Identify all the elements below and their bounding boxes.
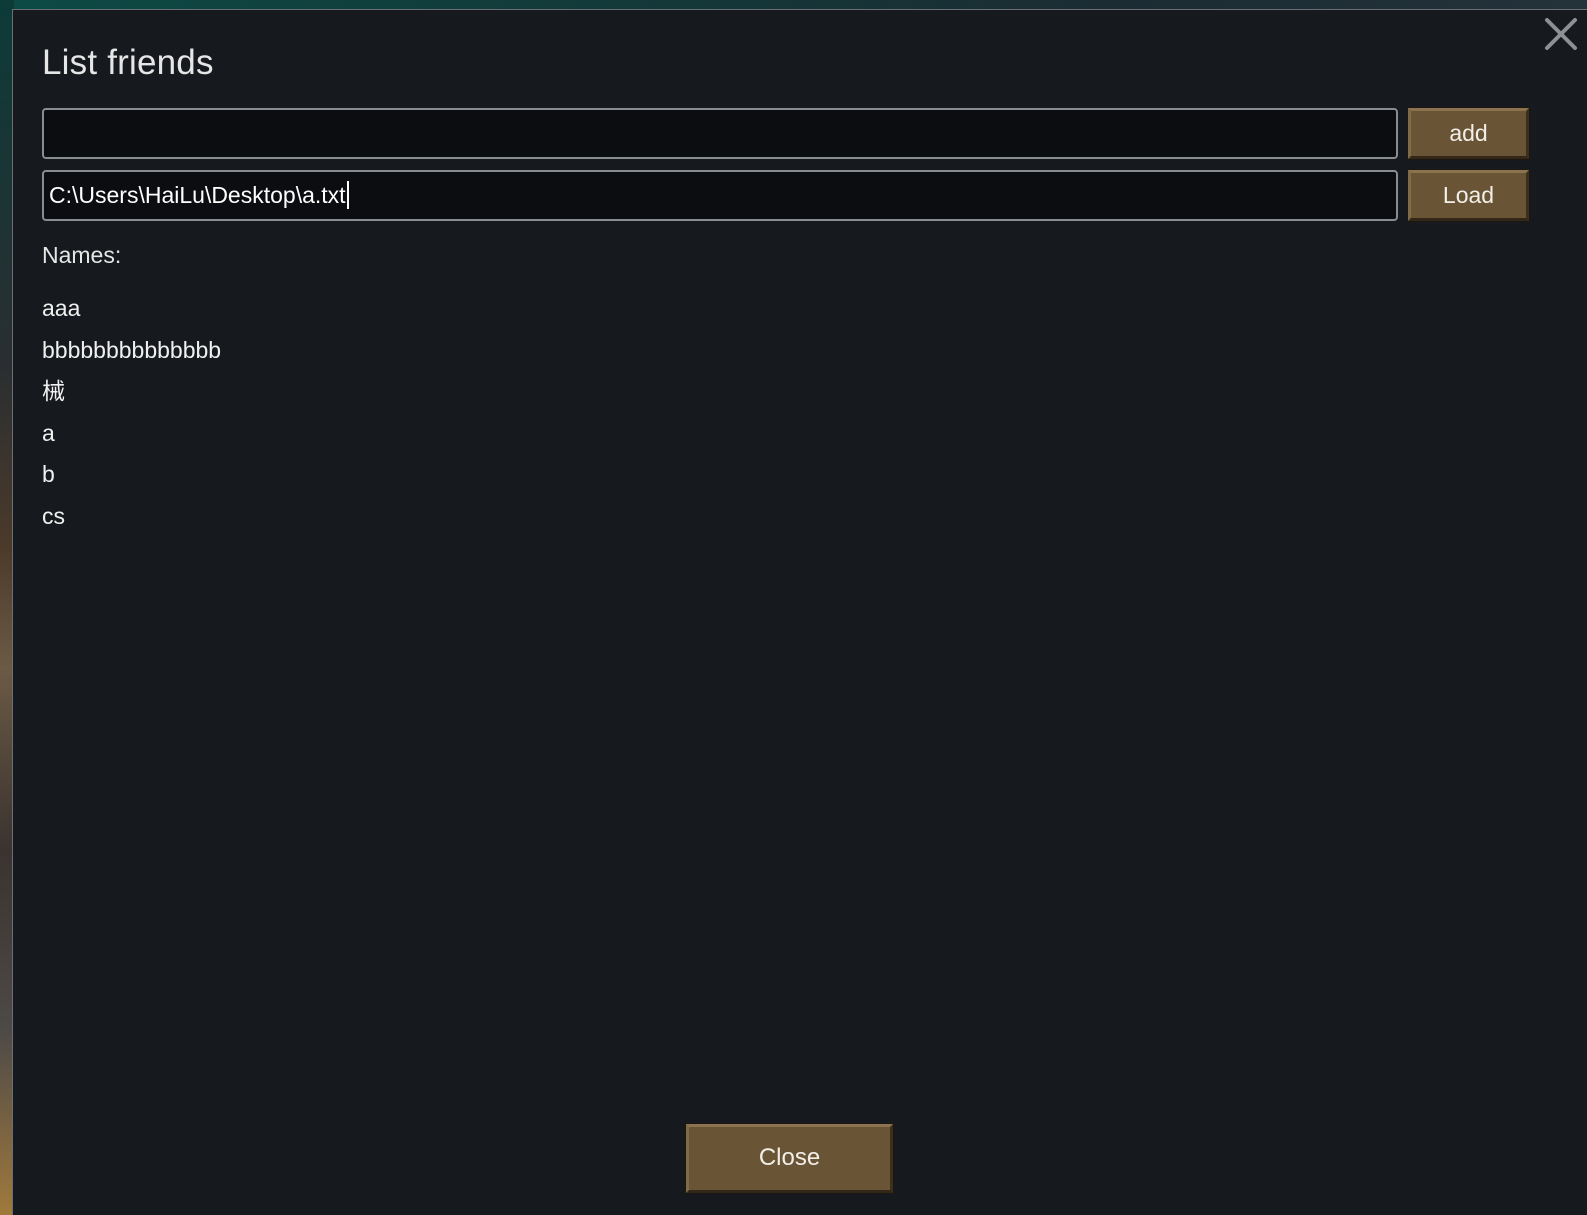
names-list: aaa bbbbbbbbbbbbbb 械 a b cs — [42, 294, 221, 543]
load-button[interactable]: Load — [1407, 169, 1530, 222]
close-button[interactable]: Close — [685, 1123, 894, 1194]
add-button[interactable]: add — [1407, 107, 1530, 160]
add-friend-input[interactable] — [42, 108, 1398, 159]
list-item: bbbbbbbbbbbbbb — [42, 336, 222, 363]
file-path-input[interactable]: C:\Users\HaiLu\Desktop\a.txt — [42, 170, 1398, 221]
list-item: aaa — [42, 295, 81, 321]
list-item: a — [42, 419, 55, 446]
list-item: b — [42, 461, 55, 487]
names-label: Names: — [42, 242, 122, 268]
list-item: cs — [42, 502, 65, 529]
dialog-title: List friends — [42, 43, 214, 82]
text-caret — [346, 181, 349, 210]
list-friends-dialog: List friends add C:\Users\HaiLu\Desktop\… — [12, 9, 1587, 1215]
file-path-input-value: C:\Users\HaiLu\Desktop\a.txt — [49, 182, 346, 208]
close-icon[interactable] — [1541, 14, 1581, 54]
list-item: 械 — [42, 378, 65, 404]
